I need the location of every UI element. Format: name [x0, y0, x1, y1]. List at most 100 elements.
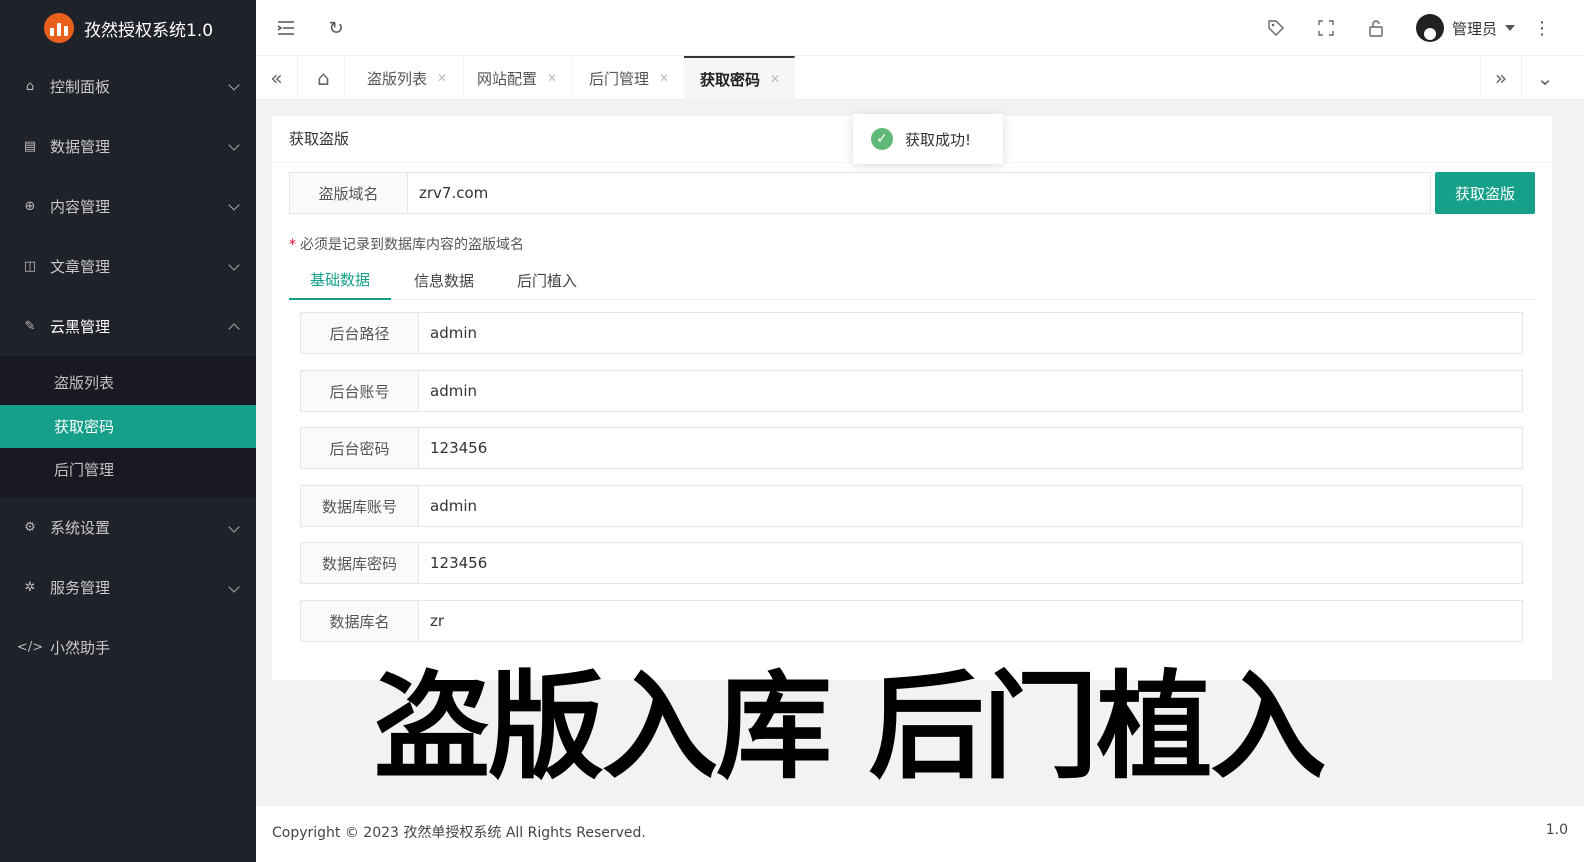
field-value[interactable]: 123456	[419, 543, 1522, 583]
chevron-down-icon	[228, 259, 240, 271]
sidebar: 孜然授权系统1.0 ⌂ 控制面板 ▤ 数据管理 ⊕ 内容管理 ◫ 文章管理 ✎ …	[0, 0, 256, 862]
app-title: 孜然授权系统1.0	[84, 20, 214, 41]
sidebar-item-content[interactable]: ⊕ 内容管理	[0, 176, 256, 236]
file-icon: ▤	[23, 138, 37, 154]
home-tab-icon[interactable]: ⌂	[303, 56, 345, 100]
field-label: 后台账号	[301, 371, 419, 411]
close-icon[interactable]: ✕	[547, 71, 557, 85]
tab-label: 后门管理	[589, 69, 650, 88]
sidebar-item-settings[interactable]: ⚙ 系统设置	[0, 498, 256, 558]
home-icon: ⌂	[25, 78, 35, 94]
domain-label: 盗版域名	[290, 173, 408, 213]
required-mark: *	[289, 237, 296, 253]
top-header: ↻ 管理员 ⋮	[256, 0, 1584, 56]
chevron-up-icon	[228, 323, 240, 335]
field-value[interactable]: 123456	[419, 428, 1522, 468]
hint-text: * 必须是记录到数据库内容的盗版域名	[289, 234, 524, 254]
copyright-text: Copyright © 2023 孜然单授权系统 All Rights Rese…	[272, 825, 646, 841]
get-piracy-button[interactable]: 获取盗版	[1435, 172, 1535, 214]
chevron-down-icon	[228, 520, 240, 533]
tabs-dropdown-icon[interactable]: ⌄	[1524, 56, 1566, 100]
lock-icon[interactable]	[1364, 16, 1388, 40]
field-value[interactable]: admin	[419, 371, 1522, 411]
book-icon: ◫	[23, 258, 37, 274]
field-row: 数据库密码 123456	[300, 542, 1523, 584]
footer: Copyright © 2023 孜然单授权系统 All Rights Rese…	[256, 806, 1584, 862]
tab-label: 获取密码	[700, 70, 761, 89]
version-text: 1.0	[1545, 822, 1568, 838]
sidebar-item-articles[interactable]: ◫ 文章管理	[0, 236, 256, 296]
field-row: 后台密码 123456	[300, 427, 1523, 469]
fullscreen-icon[interactable]	[1314, 16, 1338, 40]
logo-icon	[44, 13, 74, 43]
chevron-down-icon	[228, 199, 240, 211]
sidebar-item-label: 文章管理	[50, 257, 111, 276]
gear-icon: ⚙	[24, 520, 36, 535]
close-icon[interactable]: ✕	[437, 71, 447, 85]
close-icon[interactable]: ✕	[659, 71, 669, 85]
sidebar-item-label: 内容管理	[50, 197, 111, 216]
field-row: 后台账号 admin	[300, 370, 1523, 412]
field-label: 数据库密码	[301, 543, 419, 583]
code-icon: </>	[16, 640, 44, 655]
sidebar-item-services[interactable]: ✲ 服务管理	[0, 558, 256, 618]
tab-get-password[interactable]: 获取密码 ✕	[684, 56, 796, 100]
sidebar-item-label: 云黑管理	[50, 317, 111, 336]
chevron-down-icon	[228, 79, 240, 91]
field-label: 后台密码	[301, 428, 419, 468]
tag-icon[interactable]	[1264, 16, 1288, 40]
hint-label: 必须是记录到数据库内容的盗版域名	[300, 237, 524, 253]
tab-label: 盗版列表	[367, 69, 428, 88]
chevron-down-icon	[228, 139, 240, 151]
tab-info-data[interactable]: 信息数据	[393, 260, 495, 300]
sidebar-item-label: 数据管理	[50, 137, 111, 156]
field-label: 数据库名	[301, 601, 419, 641]
sidebar-subitem-piracy-list[interactable]: 盗版列表	[0, 361, 256, 405]
field-label: 后台路径	[301, 313, 419, 353]
field-value[interactable]: zr	[419, 601, 1522, 641]
tab-basic-data[interactable]: 基础数据	[289, 260, 391, 300]
field-row: 数据库账号 admin	[300, 485, 1523, 527]
close-icon[interactable]: ✕	[770, 72, 780, 86]
card-title: 获取盗版	[289, 130, 350, 148]
sidebar-item-dashboard[interactable]: ⌂ 控制面板	[0, 56, 256, 116]
submenu-cloud-black: 盗版列表 获取密码 后门管理	[0, 356, 256, 498]
menu-toggle-icon[interactable]	[274, 16, 298, 40]
toast-message: 获取成功!	[905, 130, 972, 149]
success-toast: ✓ 获取成功!	[853, 114, 1003, 164]
sidebar-item-label: 服务管理	[50, 579, 111, 597]
tabs-scroll-right-icon[interactable]: »	[1480, 56, 1522, 100]
refresh-icon[interactable]: ↻	[324, 16, 348, 40]
domain-input[interactable]: zrv7.com	[408, 173, 1430, 213]
domain-row: 盗版域名 zrv7.com	[289, 172, 1431, 214]
sidebar-item-label: 系统设置	[50, 519, 111, 537]
globe-icon: ⊕	[24, 198, 36, 214]
overlay-caption: 盗版入库 后门植入	[374, 660, 1326, 795]
tab-piracy-list[interactable]: 盗版列表 ✕	[351, 56, 465, 100]
tab-backdoor[interactable]: 后门管理 ✕	[573, 56, 687, 100]
sidebar-subitem-get-password[interactable]: 获取密码	[0, 404, 256, 448]
caret-down-icon	[1505, 25, 1516, 31]
sidebar-item-assistant[interactable]: </> 小然助手	[0, 618, 256, 678]
field-label: 数据库账号	[301, 486, 419, 526]
user-menu[interactable]: 管理员	[1416, 14, 1516, 42]
field-row: 后台路径 admin	[300, 312, 1523, 354]
tab-site-config[interactable]: 网站配置 ✕	[463, 56, 573, 100]
sidebar-item-label: 控制面板	[50, 77, 111, 96]
field-value[interactable]: admin	[419, 486, 1522, 526]
logo[interactable]: 孜然授权系统1.0	[0, 0, 256, 56]
chevron-down-icon	[228, 580, 240, 593]
user-name: 管理员	[1452, 19, 1498, 38]
avatar	[1416, 14, 1444, 42]
data-tabs: 基础数据 信息数据 后门植入	[289, 260, 1536, 300]
sidebar-item-cloud-black[interactable]: ✎ 云黑管理	[0, 296, 256, 356]
sidebar-item-data[interactable]: ▤ 数据管理	[0, 116, 256, 176]
page-tabs: « ⌂ 盗版列表 ✕ 网站配置 ✕ 后门管理 ✕ 获取密码 ✕ » ⌄	[256, 56, 1584, 100]
more-vertical-icon[interactable]: ⋮	[1530, 16, 1554, 40]
tabs-scroll-left-icon[interactable]: «	[256, 56, 298, 100]
broom-icon: ✎	[24, 318, 36, 334]
field-value[interactable]: admin	[419, 313, 1522, 353]
sidebar-subitem-backdoor[interactable]: 后门管理	[0, 448, 256, 492]
tab-backdoor-implant[interactable]: 后门植入	[496, 260, 598, 300]
check-circle-icon: ✓	[871, 128, 893, 150]
